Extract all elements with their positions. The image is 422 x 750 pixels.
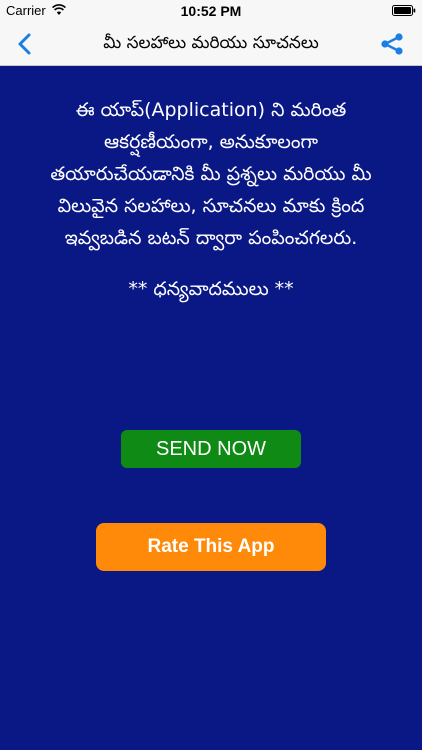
send-now-button[interactable]: SEND NOW bbox=[121, 430, 301, 468]
message-line: తయారుచేయడానికి మీ ప్రశ్నలు మరియు మీ bbox=[50, 163, 372, 185]
thanks-text: ** ధన్యవాదములు ** bbox=[128, 278, 294, 300]
chevron-left-icon[interactable] bbox=[14, 32, 38, 56]
message-line: విలువైన సలహాలు, సూచనలు మాకు క్రింద bbox=[57, 195, 365, 217]
rate-app-button[interactable]: Rate This App bbox=[96, 523, 326, 571]
main-content: ఈ యాప్(Application) ని మరింత ఆకర్షణీయంగా… bbox=[0, 66, 422, 750]
message-line: ఆకర్షణీయంగా, అనుకూలంగా bbox=[103, 131, 318, 153]
status-time: 10:52 PM bbox=[180, 3, 242, 19]
status-bar: Carrier 10:52 PM bbox=[0, 0, 422, 22]
navigation-bar: మీ సలహాలు మరియు సూచనలు bbox=[0, 22, 422, 66]
feedback-message: ఈ యాప్(Application) ని మరింత ఆకర్షణీయంగా… bbox=[20, 94, 402, 254]
message-line: ఇవ్వబడిన బటన్ ద్వారా పంపించగలరు. bbox=[64, 227, 358, 249]
page-title: మీ సలహాలు మరియు సూచనలు bbox=[103, 33, 319, 53]
message-line: ఈ యాప్(Application) ని మరింత bbox=[75, 99, 347, 121]
share-icon[interactable] bbox=[380, 32, 404, 56]
battery-icon bbox=[392, 5, 416, 16]
